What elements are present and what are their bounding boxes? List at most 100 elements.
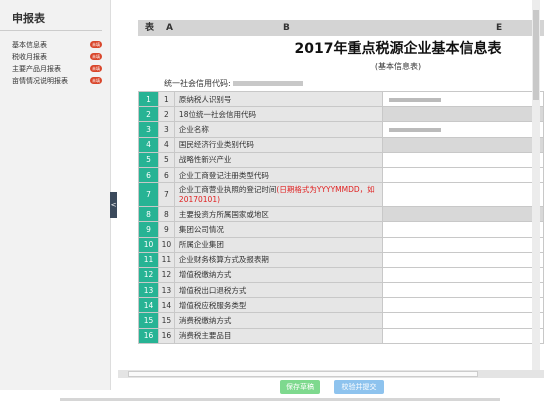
item-label-text: 增值税应税服务类型	[178, 300, 247, 310]
check-submit-button[interactable]: 校验并提交	[334, 380, 384, 394]
save-draft-button[interactable]: 保存草稿	[280, 380, 320, 394]
item-label-text: 消费税主要品目	[178, 331, 232, 341]
page-title: 2017年重点税源企业基本信息表	[294, 41, 502, 57]
item-number: 1	[157, 90, 175, 108]
item-label: 增值税缴纳方式	[173, 266, 384, 284]
item-label: 企业财务核算方式及报表期	[173, 251, 384, 268]
sidebar: 申报表 基本信息表 未填 税收月报表 未填 主要产品月报表 未填 亩情情况说明报…	[0, 0, 111, 390]
corner-cell: 表	[145, 23, 155, 33]
row-number: 7	[138, 182, 159, 208]
table-row: 14 14 增值税应税服务类型	[138, 297, 544, 314]
column-e-header: E	[496, 23, 503, 33]
item-number: 2	[157, 106, 175, 123]
sidebar-item-explanation[interactable]: 亩情情况说明报表 未填	[0, 75, 110, 87]
item-label: 企业工商登记注册类型代码	[173, 166, 384, 184]
item-label: 消费税主要品目	[173, 327, 384, 344]
item-label: 增值税出口退税方式	[173, 282, 384, 299]
sidebar-title: 申报表	[0, 0, 102, 31]
horizontal-scroll-thumb[interactable]	[128, 371, 478, 377]
item-label-text: 企业工商登记注册类型代码	[178, 170, 269, 180]
value-input-cell[interactable]	[382, 327, 544, 344]
status-badge: 未填	[90, 41, 102, 48]
row-number: 14	[138, 297, 159, 314]
item-label: 企业工商营业执照的登记时间(日期格式为YYYYMMDD，如20170101)	[173, 182, 384, 208]
item-label-text: 18位统一社会信用代码	[178, 109, 256, 119]
item-label-text: 增值税缴纳方式	[178, 270, 232, 280]
value-input-cell[interactable]	[382, 136, 544, 153]
row-number: 3	[138, 121, 159, 138]
table-row: 13 13 增值税出口退税方式	[138, 282, 544, 299]
item-label: 国民经济行业类别代码	[173, 136, 384, 153]
item-label: 企业名称	[173, 121, 384, 138]
row-number: 6	[138, 166, 159, 184]
vertical-scroll-thumb[interactable]	[533, 10, 539, 100]
value-input-cell[interactable]	[382, 106, 544, 123]
item-label: 增值税应税服务类型	[173, 297, 384, 314]
row-number: 11	[138, 251, 159, 268]
item-number: 5	[157, 151, 175, 168]
table-row: 5 5 战略性新兴产业	[138, 151, 544, 168]
table-row: 15 15 消费税缴纳方式	[138, 312, 544, 329]
table-row: 4 4 国民经济行业类别代码	[138, 136, 544, 153]
sidebar-item-label: 亩情情况说明报表	[12, 77, 68, 85]
horizontal-scrollbar[interactable]	[118, 370, 544, 378]
table-row: 1 1 原纳税人识别号	[138, 90, 544, 108]
item-number: 8	[157, 206, 175, 223]
value-input-cell[interactable]	[382, 90, 544, 108]
row-number: 1	[138, 90, 159, 108]
value-input-cell[interactable]	[382, 251, 544, 268]
column-header-row: 表 A B E	[138, 20, 544, 36]
table-row: 6 6 企业工商登记注册类型代码	[138, 166, 544, 184]
item-number: 11	[157, 251, 175, 268]
table-row: 2 2 18位统一社会信用代码	[138, 106, 544, 123]
credit-code-label: 统一社会信用代码:	[164, 79, 231, 88]
item-label: 主要投资方所属国家或地区	[173, 206, 384, 223]
value-input-cell[interactable]	[382, 206, 544, 223]
value-input-cell[interactable]	[382, 182, 544, 208]
sheet-area: 表 A B E 2017年重点税源企业基本信息表 (基本信息表) 统一社会信用代…	[118, 0, 544, 372]
item-label: 18位统一社会信用代码	[173, 106, 384, 123]
sidebar-item-label: 基本信息表	[12, 41, 47, 49]
item-number: 15	[157, 312, 175, 329]
item-label-text: 企业名称	[178, 124, 209, 134]
item-label: 集团公司情况	[173, 221, 384, 238]
sidebar-item-product-monthly[interactable]: 主要产品月报表 未填	[0, 63, 110, 75]
sidebar-collapse-button[interactable]: <	[110, 192, 117, 218]
value-input-cell[interactable]	[382, 236, 544, 253]
value-input-cell[interactable]	[382, 297, 544, 314]
item-number: 4	[157, 136, 175, 153]
row-number: 15	[138, 312, 159, 329]
sidebar-item-basic-info[interactable]: 基本信息表 未填	[0, 39, 110, 51]
value-input-cell[interactable]	[382, 221, 544, 238]
status-badge: 未填	[90, 53, 102, 60]
value-input-cell[interactable]	[382, 166, 544, 184]
item-label: 战略性新兴产业	[173, 151, 384, 168]
vertical-scrollbar[interactable]	[532, 0, 540, 372]
item-label-text: 国民经济行业类别代码	[178, 140, 254, 150]
value-input-cell[interactable]	[382, 266, 544, 284]
item-number: 10	[157, 236, 175, 253]
sidebar-item-label: 主要产品月报表	[12, 65, 61, 73]
value-input-cell[interactable]	[382, 121, 544, 138]
table-row: 16 16 消费税主要品目	[138, 327, 544, 344]
value-input-cell[interactable]	[382, 312, 544, 329]
table-row: 12 12 增值税缴纳方式	[138, 266, 544, 284]
footer-text	[60, 398, 500, 401]
table-row: 9 9 集团公司情况	[138, 221, 544, 238]
item-label-text: 企业财务核算方式及报表期	[178, 255, 269, 265]
table-row: 8 8 主要投资方所属国家或地区	[138, 206, 544, 223]
page-subtitle: (基本信息表)	[374, 62, 422, 71]
sidebar-item-tax-monthly[interactable]: 税收月报表 未填	[0, 51, 110, 63]
item-label-text: 战略性新兴产业	[178, 155, 232, 165]
item-number: 6	[157, 166, 175, 184]
sidebar-item-label: 税收月报表	[12, 53, 47, 61]
item-label-text: 消费税缴纳方式	[178, 316, 232, 326]
item-number: 9	[157, 221, 175, 238]
item-label: 消费税缴纳方式	[173, 312, 384, 329]
table-row: 10 10 所属企业集团	[138, 236, 544, 253]
item-label-text: 原纳税人识别号	[178, 94, 232, 104]
column-b-header: B	[283, 23, 290, 33]
value-input-cell[interactable]	[382, 282, 544, 299]
value-input-cell[interactable]	[382, 151, 544, 168]
row-number: 9	[138, 221, 159, 238]
